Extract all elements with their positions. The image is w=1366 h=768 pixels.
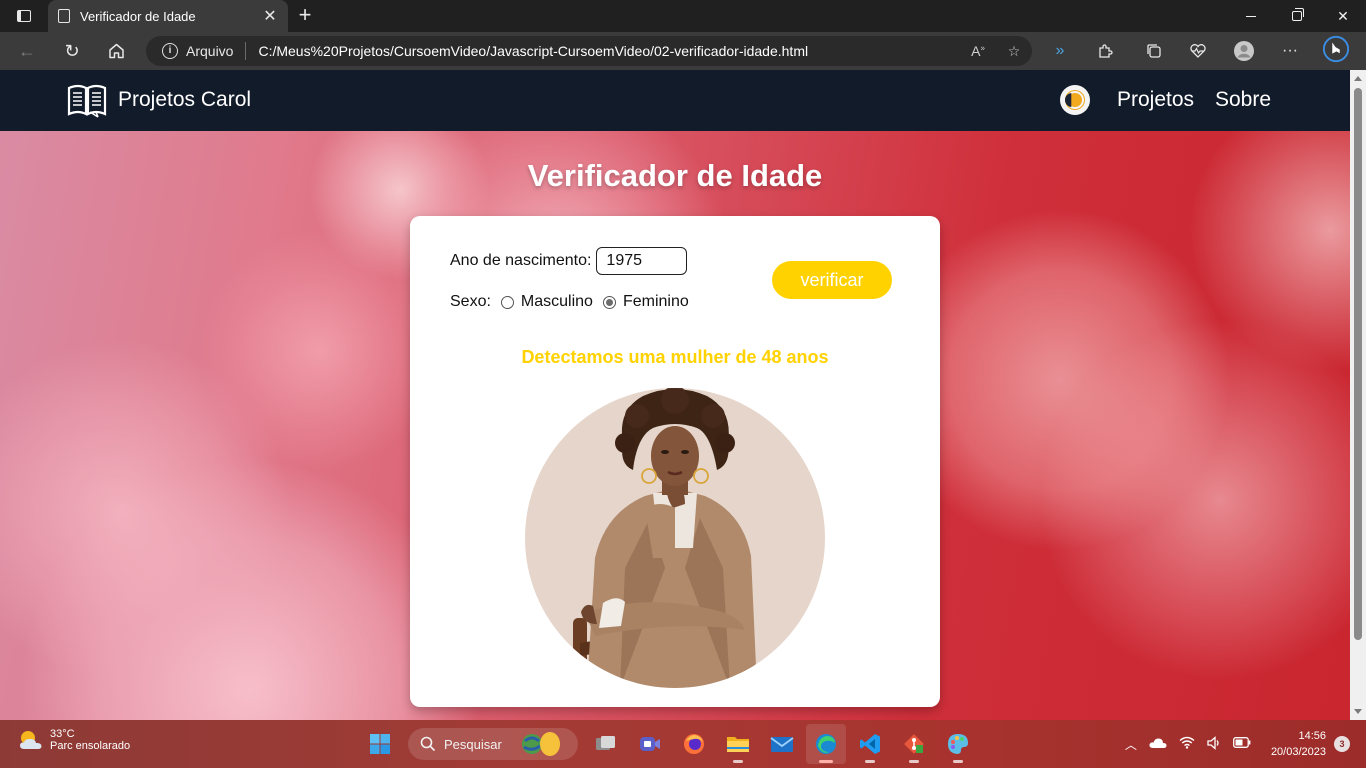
page-scrollbar[interactable] — [1350, 70, 1366, 720]
theme-toggle-icon[interactable] — [1060, 85, 1090, 115]
start-button[interactable] — [360, 724, 400, 764]
bing-chat-icon[interactable] — [1322, 35, 1350, 63]
nav-link-sobre[interactable]: Sobre — [1215, 88, 1271, 112]
file-explorer-icon[interactable] — [718, 724, 758, 764]
info-icon[interactable]: i — [162, 43, 178, 59]
read-aloud-icon[interactable]: A» — [960, 43, 996, 59]
brand[interactable]: Projetos Carol — [66, 82, 251, 118]
result-text: Detectamos uma mulher de 48 anos — [521, 347, 829, 367]
home-icon[interactable] — [101, 37, 131, 65]
scrollbar-thumb[interactable] — [1354, 88, 1362, 640]
weather-widget[interactable]: 33°C Parc ensolarado — [18, 728, 130, 752]
tab-title: Verificador de Idade — [80, 8, 196, 24]
firefox-icon[interactable] — [674, 724, 714, 764]
clock-time: 14:56 — [1298, 730, 1326, 742]
search-highlight-icon — [521, 732, 560, 756]
partly-sunny-icon — [20, 731, 42, 749]
browser-toolbar: ← ↻ i Arquivo C:/Meus%20Projetos/Cursoem… — [0, 32, 1366, 70]
new-tab-button[interactable]: + — [292, 3, 318, 29]
profile-avatar-icon[interactable] — [1230, 38, 1258, 64]
vscode-icon[interactable] — [850, 724, 890, 764]
birth-year-input[interactable] — [596, 247, 688, 275]
mail-icon[interactable] — [762, 724, 802, 764]
search-icon — [420, 736, 436, 752]
browser-tab-strip: Verificador de Idade ✕ + ✕ — [0, 0, 1366, 32]
extensions-icon[interactable] — [1091, 38, 1119, 64]
site-info-label[interactable]: Arquivo — [186, 43, 233, 59]
tab-actions-icon[interactable] — [8, 4, 40, 28]
nav-link-projetos[interactable]: Projetos — [1117, 88, 1194, 112]
page-icon — [58, 9, 70, 23]
favorite-star-icon[interactable]: ☆ — [996, 43, 1032, 60]
scroll-up-icon[interactable] — [1354, 76, 1362, 81]
running-indicator — [953, 760, 963, 763]
radio-masculino-label[interactable]: Masculino — [521, 293, 593, 311]
sex-row: Sexo: Masculino Feminino — [450, 293, 689, 311]
taskbar-search-placeholder: Pesquisar — [444, 736, 502, 752]
url-text[interactable]: C:/Meus%20Projetos/CursoemVideo/Javascri… — [258, 43, 960, 59]
close-tab-icon[interactable]: ✕ — [262, 6, 278, 26]
teams-meet-icon[interactable] — [630, 724, 670, 764]
site-header: Projetos Carol Projetos Sobre — [0, 70, 1350, 131]
result-photo — [525, 388, 825, 688]
weather-temperature: 33°C — [50, 728, 75, 740]
running-indicator — [819, 760, 833, 763]
radio-feminino-label[interactable]: Feminino — [623, 293, 689, 311]
back-icon[interactable]: ← — [12, 37, 42, 65]
chevron-up-icon[interactable]: ︿ — [1125, 736, 1137, 753]
clock[interactable]: 14:56 20/03/2023 — [1271, 728, 1326, 760]
open-book-icon — [67, 84, 107, 118]
browser-tab-active[interactable]: Verificador de Idade ✕ — [48, 0, 288, 32]
windows-taskbar: 33°C Parc ensolarado Pesquisar ︿ 14:56 2… — [0, 720, 1366, 768]
restore-button[interactable] — [1274, 0, 1320, 32]
scroll-down-icon[interactable] — [1354, 709, 1362, 714]
address-bar[interactable]: i Arquivo C:/Meus%20Projetos/CursoemVide… — [146, 36, 1032, 66]
close-window-button[interactable]: ✕ — [1320, 0, 1366, 32]
taskbar-apps: Pesquisar — [358, 724, 980, 764]
verifier-card: Ano de nascimento: Sexo: Masculino Femin… — [410, 216, 940, 707]
performance-heart-icon[interactable] — [1184, 38, 1212, 64]
copilot-chevrons-icon[interactable]: » — [1046, 38, 1074, 64]
verify-button[interactable]: verificar — [772, 261, 892, 299]
sex-label: Sexo: — [450, 293, 491, 310]
clock-date: 20/03/2023 — [1270, 746, 1326, 758]
page-viewport: Projetos Carol Projetos Sobre Verificado… — [0, 70, 1350, 720]
task-view-icon[interactable] — [586, 724, 626, 764]
more-options-icon[interactable]: ··· — [1276, 38, 1304, 64]
running-indicator — [733, 760, 743, 763]
radio-feminino[interactable] — [602, 295, 616, 309]
running-indicator — [909, 760, 919, 763]
birth-year-label: Ano de nascimento: — [450, 252, 592, 269]
minimize-button[interactable] — [1228, 0, 1274, 32]
weather-condition: Parc ensolarado — [50, 740, 131, 752]
wifi-icon[interactable] — [1179, 736, 1195, 752]
edge-icon[interactable] — [806, 724, 846, 764]
collections-icon[interactable] — [1140, 38, 1168, 64]
running-indicator — [865, 760, 875, 763]
battery-icon[interactable] — [1232, 737, 1251, 751]
window-controls: ✕ — [1228, 0, 1366, 32]
omnibox-divider — [245, 42, 247, 60]
paint-icon[interactable] — [938, 724, 978, 764]
git-gui-icon[interactable] — [894, 724, 934, 764]
notification-badge[interactable]: 3 — [1334, 736, 1350, 752]
volume-icon[interactable] — [1207, 735, 1221, 753]
page-title: Verificador de Idade — [527, 158, 823, 193]
system-tray: ︿ 14:56 20/03/2023 3 — [1119, 720, 1366, 768]
refresh-icon[interactable]: ↻ — [57, 37, 87, 65]
taskbar-search[interactable]: Pesquisar — [408, 728, 578, 760]
birth-year-row: Ano de nascimento: — [450, 247, 688, 275]
radio-masculino[interactable] — [500, 295, 514, 309]
onedrive-cloud-icon[interactable] — [1149, 737, 1167, 752]
brand-name[interactable]: Projetos Carol — [118, 88, 251, 112]
